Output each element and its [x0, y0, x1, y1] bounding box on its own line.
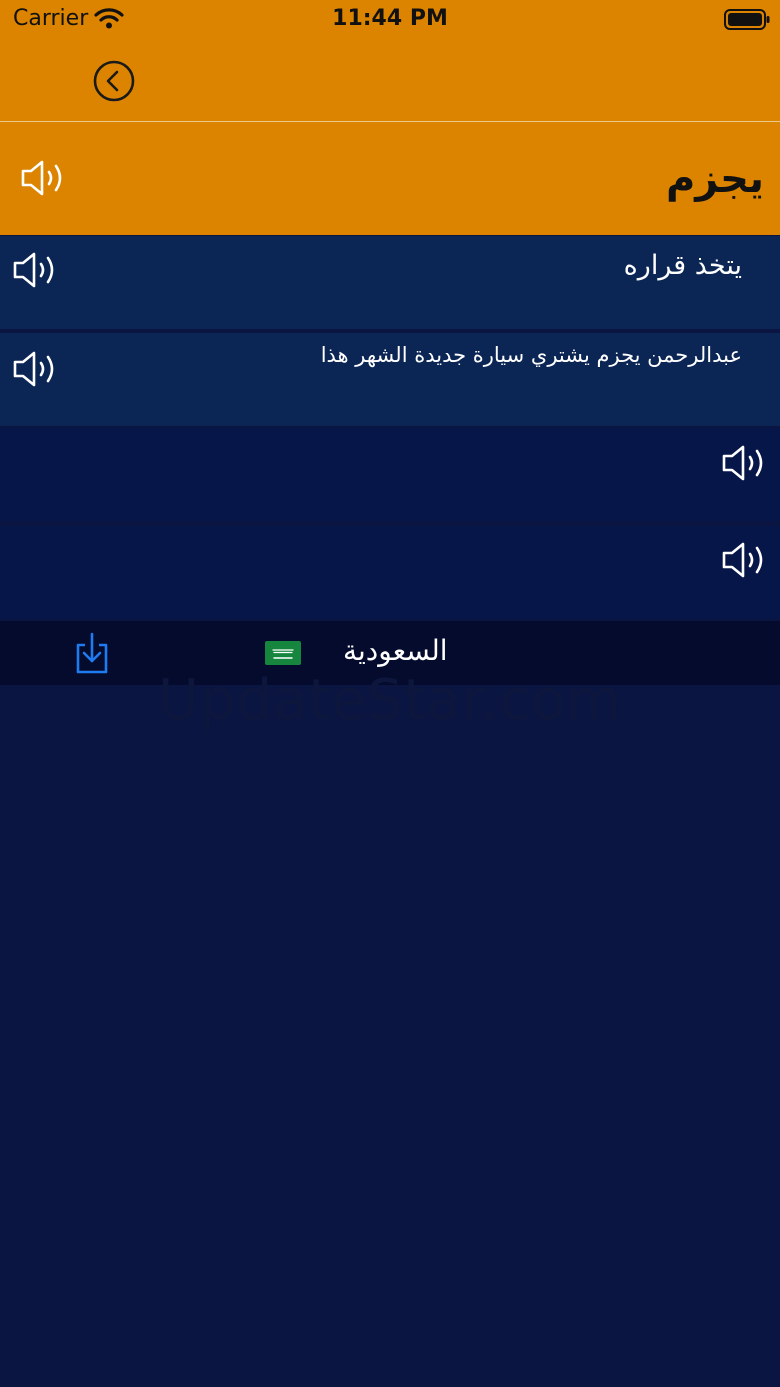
word-header: يجزم [0, 122, 780, 235]
phrase-text: يتخذ قراره [623, 250, 742, 281]
speaker-icon[interactable] [12, 250, 60, 294]
list-item: يتخذ قراره [0, 236, 780, 329]
nav-bar [0, 40, 780, 122]
speaker-icon[interactable] [721, 443, 769, 487]
status-bar: Carrier 11:44 PM [0, 0, 780, 40]
list-item [0, 428, 780, 521]
back-button[interactable] [92, 59, 136, 103]
list-item [0, 526, 780, 619]
chevron-left-icon [93, 60, 135, 102]
example-sentence: عبدالرحمن يجزم يشتري سيارة جديدة الشهر ه… [320, 343, 742, 367]
battery-icon [724, 9, 770, 35]
speaker-icon[interactable] [20, 158, 68, 202]
watermark: UpdateStar.com [158, 668, 622, 733]
list-item: عبدالرحمن يجزم يشتري سيارة جديدة الشهر ه… [0, 333, 780, 426]
language-name: السعودية [343, 634, 448, 667]
saudi-arabia-flag-icon [265, 641, 301, 669]
word-title: يجزم [665, 156, 764, 202]
speaker-icon[interactable] [12, 349, 60, 393]
clock: 11:44 PM [332, 6, 448, 31]
speaker-icon[interactable] [721, 540, 769, 584]
